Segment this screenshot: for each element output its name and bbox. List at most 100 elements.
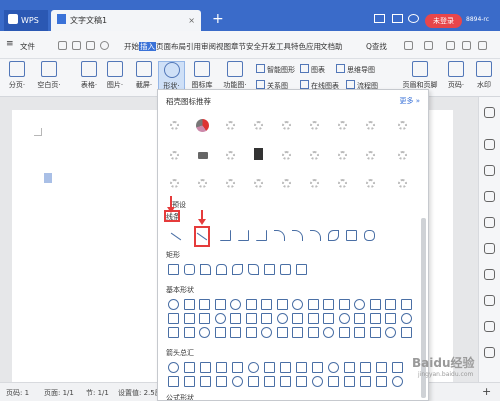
shape-option-icon[interactable] — [292, 299, 303, 310]
icon-placeholder[interactable] — [282, 121, 291, 130]
shape-option-icon[interactable] — [183, 327, 195, 338]
curved-double-arrow-icon[interactable] — [310, 230, 321, 241]
sidebar-more-icon[interactable] — [484, 347, 495, 358]
blank-page-button[interactable]: 空白页· — [34, 61, 64, 90]
freeform-icon[interactable] — [346, 230, 357, 241]
shape-option-icon[interactable] — [214, 313, 226, 324]
shape-option-icon[interactable] — [264, 376, 275, 387]
icon-placeholder[interactable] — [366, 179, 375, 188]
sidebar-style-icon[interactable] — [484, 165, 495, 176]
save-icon[interactable] — [58, 41, 67, 50]
shape-option-icon[interactable] — [376, 362, 387, 373]
tab-others[interactable]: 页面布局引用审阅视图章节安全开发工具特色应用 — [156, 42, 321, 51]
more-link[interactable]: 更多 » — [399, 96, 420, 106]
icon-placeholder[interactable] — [338, 151, 347, 160]
frame-rect-icon[interactable] — [264, 264, 275, 275]
shape-option-icon[interactable] — [392, 362, 403, 373]
shape-option-icon[interactable] — [214, 327, 226, 338]
shape-option-icon[interactable] — [199, 299, 210, 310]
shape-option-icon[interactable] — [323, 299, 334, 310]
shape-option-icon[interactable] — [280, 376, 291, 387]
shape-option-icon[interactable] — [276, 299, 288, 310]
shape-option-icon[interactable] — [323, 313, 334, 324]
shape-option-icon[interactable] — [184, 376, 195, 387]
sidebar-backup-icon[interactable] — [484, 321, 495, 332]
shape-option-icon[interactable] — [369, 313, 381, 324]
menu-file[interactable]: 文件 — [20, 41, 35, 52]
shape-option-icon[interactable] — [200, 376, 211, 387]
pie-chart-icon[interactable] — [196, 119, 209, 132]
tab-insert[interactable]: 插入 — [139, 42, 156, 51]
page-break-button[interactable]: 分页· — [6, 61, 28, 90]
icon-placeholder[interactable] — [310, 179, 319, 188]
smart-graphic-button[interactable]: 智能图形 — [256, 64, 295, 75]
shape-option-icon[interactable] — [385, 327, 396, 338]
shape-option-icon[interactable] — [200, 362, 211, 373]
page-number-button[interactable]: 页码· — [444, 61, 468, 90]
shape-option-icon[interactable] — [280, 362, 291, 373]
sidebar-tool-icon[interactable] — [484, 217, 495, 228]
skin-icon[interactable] — [392, 14, 403, 23]
screenshot-button[interactable]: 截屏· — [132, 61, 156, 90]
shape-option-icon[interactable] — [338, 299, 350, 310]
shape-option-icon[interactable] — [369, 299, 381, 310]
diag-snip-rect-icon[interactable] — [248, 264, 259, 275]
shape-option-icon[interactable] — [312, 362, 323, 373]
shape-option-icon[interactable] — [199, 313, 210, 324]
rect-variant-icon[interactable] — [296, 264, 307, 275]
curved-arrow-icon[interactable] — [292, 230, 303, 241]
shape-option-icon[interactable] — [328, 376, 339, 387]
icon-placeholder[interactable] — [398, 179, 407, 188]
icon-placeholder[interactable] — [282, 151, 291, 160]
shape-option-icon[interactable] — [354, 299, 365, 310]
menu-tabs[interactable]: 开始插入页面布局引用审阅视图章节安全开发工具特色应用 — [124, 41, 321, 52]
shape-option-icon[interactable] — [168, 299, 179, 310]
sidebar-help-icon[interactable] — [484, 295, 495, 306]
rect-shape-icon[interactable] — [168, 264, 179, 275]
minimize-icon[interactable] — [446, 41, 455, 50]
shape-option-icon[interactable] — [360, 376, 371, 387]
shape-option-icon[interactable] — [296, 376, 307, 387]
shape-option-icon[interactable] — [168, 376, 179, 387]
icon-lib-button[interactable]: 图标库 — [189, 61, 215, 90]
shape-option-icon[interactable] — [292, 313, 303, 324]
shape-option-icon[interactable] — [230, 327, 241, 338]
shape-option-icon[interactable] — [307, 299, 319, 310]
more-icon[interactable] — [478, 41, 487, 50]
elbow-connector-icon[interactable] — [220, 230, 231, 241]
watermark-button[interactable]: 水印 — [472, 61, 496, 90]
icon-placeholder[interactable] — [338, 121, 347, 130]
shape-option-icon[interactable] — [338, 313, 350, 324]
close-tab-icon[interactable]: × — [188, 10, 195, 31]
shape-option-icon[interactable] — [354, 327, 365, 338]
table-button[interactable]: 表格· — [78, 61, 100, 90]
shape-option-icon[interactable] — [264, 362, 275, 373]
printer-icon[interactable] — [198, 152, 208, 159]
icon-placeholder[interactable] — [310, 121, 319, 130]
document-tab[interactable]: 文字文稿1 × — [51, 10, 201, 31]
shape-option-icon[interactable] — [245, 299, 257, 310]
elbow-double-arrow-icon[interactable] — [256, 230, 267, 241]
login-button[interactable]: 未登录 — [425, 14, 462, 28]
function-chart-button[interactable]: 功能图· — [219, 61, 251, 90]
shape-option-icon[interactable] — [344, 362, 355, 373]
mind-map-button[interactable]: 思维导图 — [336, 64, 375, 75]
header-footer-button[interactable]: 页眉和页脚 — [400, 61, 440, 90]
shape-option-icon[interactable] — [230, 313, 241, 324]
snip-rect-icon[interactable] — [200, 264, 211, 275]
diag-round-rect-icon[interactable] — [232, 264, 243, 275]
shape-option-icon[interactable] — [400, 299, 412, 310]
shape-option-icon[interactable] — [248, 376, 259, 387]
new-tab-button[interactable]: + — [212, 12, 224, 26]
account-icon[interactable] — [408, 14, 419, 23]
icon-placeholder[interactable] — [282, 179, 291, 188]
wps-app-tab[interactable]: WPS — [4, 10, 48, 31]
icon-placeholder[interactable] — [254, 179, 263, 188]
shape-option-icon[interactable] — [168, 327, 179, 338]
shape-option-icon[interactable] — [385, 313, 396, 324]
zoom-in-icon[interactable]: + — [482, 385, 491, 398]
shape-option-icon[interactable] — [328, 362, 339, 373]
shape-option-icon[interactable] — [232, 362, 243, 373]
shape-option-icon[interactable] — [385, 299, 396, 310]
icon-placeholder[interactable] — [170, 179, 179, 188]
